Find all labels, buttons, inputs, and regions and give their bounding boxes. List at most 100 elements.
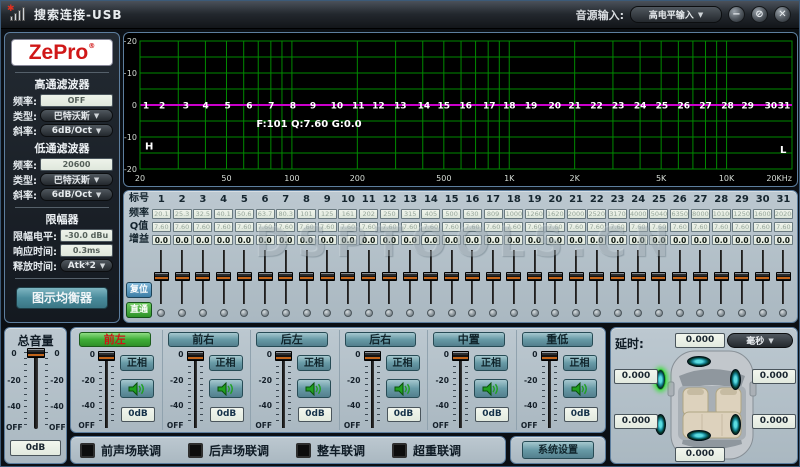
slider-handle[interactable] [361, 272, 376, 281]
channel-select-button[interactable]: 中置 [433, 332, 505, 347]
hpf-type-select[interactable]: 巴特沃斯▼ [40, 109, 113, 122]
channel-volume-slider[interactable] [282, 354, 285, 428]
band-q-field[interactable]: 7.60 [421, 222, 440, 232]
mute-button[interactable] [120, 379, 154, 398]
band-gain-slider[interactable] [545, 249, 566, 305]
delay-rear-right-field[interactable]: 0.000 [752, 414, 796, 429]
front-center-speaker-icon[interactable] [687, 356, 711, 367]
band-gain-field[interactable]: 0.0 [504, 235, 523, 245]
mute-button[interactable] [209, 379, 243, 398]
band-frequency-field[interactable]: 5040 [649, 209, 668, 219]
band-led[interactable] [323, 309, 331, 317]
band-led[interactable] [614, 309, 622, 317]
band-gain-slider[interactable] [255, 249, 276, 305]
band-frequency-field[interactable]: 500 [442, 209, 461, 219]
phase-button[interactable]: 正相 [297, 355, 331, 371]
release-time-select[interactable]: Atk*2▼ [60, 259, 113, 272]
band-gain-field[interactable]: 0.0 [546, 235, 565, 245]
slider-handle[interactable] [444, 272, 459, 281]
audio-input-select[interactable]: 高电平输入 ▼ [630, 6, 722, 23]
eq-bypass-button[interactable]: 直通 [126, 302, 152, 318]
band-led[interactable] [510, 309, 518, 317]
channel-gain-field[interactable]: 0dB [564, 407, 598, 422]
band-gain-slider[interactable] [752, 249, 773, 305]
band-q-field[interactable]: 7.60 [235, 222, 254, 232]
band-gain-slider[interactable] [234, 249, 255, 305]
band-gain-slider[interactable] [379, 249, 400, 305]
band-led[interactable] [303, 309, 311, 317]
band-q-field[interactable]: 7.60 [297, 222, 316, 232]
channel-volume-handle[interactable] [364, 351, 381, 361]
slider-handle[interactable] [175, 272, 190, 281]
band-gain-field[interactable]: 0.0 [380, 235, 399, 245]
band-led[interactable] [738, 309, 746, 317]
slider-handle[interactable] [527, 272, 542, 281]
band-frequency-field[interactable]: 32.5 [193, 209, 212, 219]
slider-handle[interactable] [755, 272, 770, 281]
band-q-field[interactable]: 7.60 [401, 222, 420, 232]
delay-rear-center-field[interactable]: 0.000 [675, 447, 725, 462]
band-led[interactable] [717, 309, 725, 317]
band-frequency-field[interactable]: 809 [484, 209, 503, 219]
channel-volume-handle[interactable] [98, 351, 115, 361]
master-volume-handle[interactable] [27, 348, 45, 358]
band-gain-field[interactable]: 0.0 [463, 235, 482, 245]
band-frequency-field[interactable]: 315 [401, 209, 420, 219]
band-gain-field[interactable]: 0.0 [649, 235, 668, 245]
band-gain-slider[interactable] [275, 249, 296, 305]
band-frequency-field[interactable]: 161 [338, 209, 357, 219]
band-gain-field[interactable]: 0.0 [608, 235, 627, 245]
band-led[interactable] [696, 309, 704, 317]
mute-button[interactable] [474, 379, 508, 398]
band-frequency-field[interactable]: 10100 [712, 209, 731, 219]
band-q-field[interactable]: 7.60 [774, 222, 793, 232]
band-led[interactable] [220, 309, 228, 317]
band-q-field[interactable]: 7.60 [504, 222, 523, 232]
band-q-field[interactable]: 7.60 [152, 222, 171, 232]
band-gain-field[interactable]: 0.0 [732, 235, 751, 245]
band-q-field[interactable]: 7.60 [380, 222, 399, 232]
band-gain-slider[interactable] [462, 249, 483, 305]
band-frequency-field[interactable]: 40.1 [214, 209, 233, 219]
band-q-field[interactable]: 7.60 [214, 222, 233, 232]
disconnect-button[interactable]: ⊘ [751, 6, 768, 23]
band-frequency-field[interactable]: 630 [463, 209, 482, 219]
band-led[interactable] [572, 309, 580, 317]
band-led[interactable] [199, 309, 207, 317]
band-gain-field[interactable]: 0.0 [421, 235, 440, 245]
channel-volume-slider[interactable] [548, 354, 551, 428]
slider-handle[interactable] [154, 272, 169, 281]
band-gain-field[interactable]: 0.0 [401, 235, 420, 245]
master-volume-field[interactable]: 0dB [10, 440, 61, 456]
band-frequency-field[interactable]: 4000 [629, 209, 648, 219]
rear-center-speaker-icon[interactable] [687, 430, 711, 441]
band-frequency-field[interactable]: 20.1 [152, 209, 171, 219]
band-frequency-field[interactable]: 16000 [753, 209, 772, 219]
delay-unit-select[interactable]: 毫秒▼ [727, 333, 793, 348]
band-gain-field[interactable]: 0.0 [587, 235, 606, 245]
band-gain-slider[interactable] [669, 249, 690, 305]
minimize-button[interactable]: − [728, 6, 745, 23]
band-gain-slider[interactable] [358, 249, 379, 305]
band-led[interactable] [261, 309, 269, 317]
slider-handle[interactable] [258, 272, 273, 281]
phase-button[interactable]: 正相 [474, 355, 508, 371]
band-gain-field[interactable]: 0.0 [712, 235, 731, 245]
band-frequency-field[interactable]: 8000 [691, 209, 710, 219]
band-frequency-field[interactable]: 25.3 [173, 209, 192, 219]
band-gain-slider[interactable] [607, 249, 628, 305]
band-q-field[interactable]: 7.60 [525, 222, 544, 232]
band-gain-slider[interactable] [690, 249, 711, 305]
channel-gain-field[interactable]: 0dB [298, 407, 332, 422]
band-q-field[interactable]: 7.60 [691, 222, 710, 232]
band-frequency-field[interactable]: 2000 [567, 209, 586, 219]
close-button[interactable]: ✕ [774, 6, 791, 23]
band-gain-slider[interactable] [628, 249, 649, 305]
delay-rear-left-field[interactable]: 0.000 [614, 414, 658, 429]
band-gain-slider[interactable] [338, 249, 359, 305]
band-led[interactable] [593, 309, 601, 317]
band-gain-field[interactable]: 0.0 [753, 235, 772, 245]
band-led[interactable] [655, 309, 663, 317]
band-gain-slider[interactable] [151, 249, 172, 305]
band-q-field[interactable]: 7.60 [649, 222, 668, 232]
